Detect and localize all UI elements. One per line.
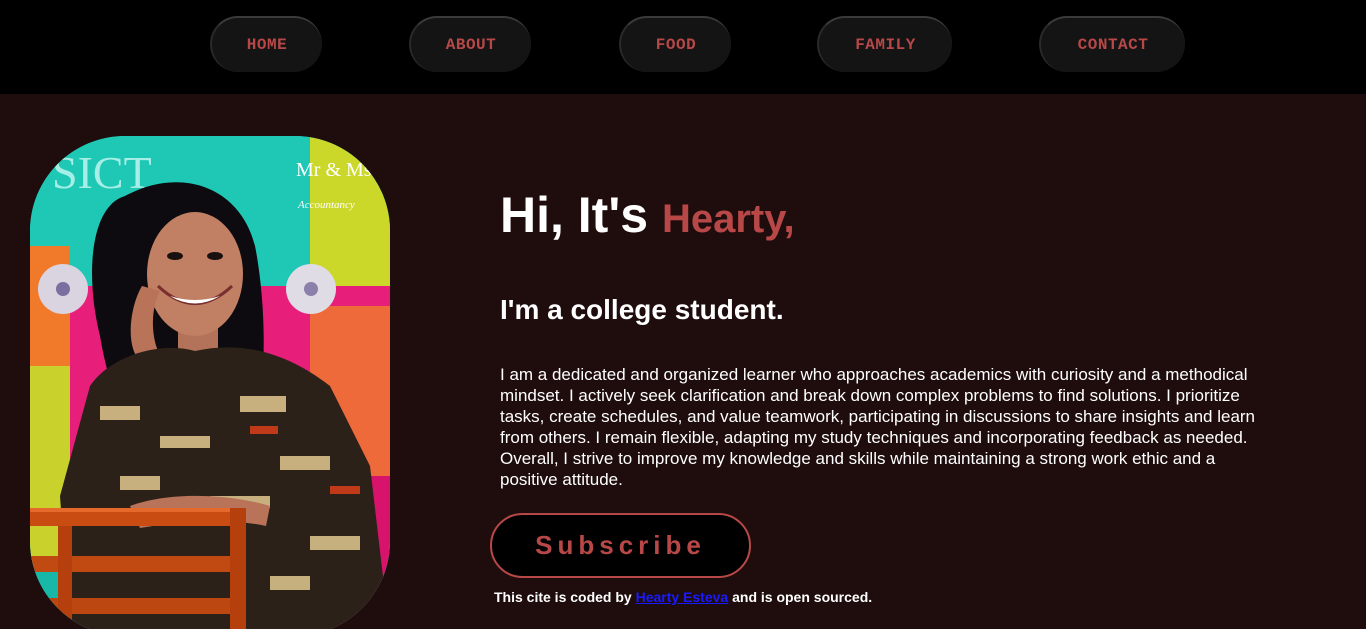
footer-credit: This cite is coded by Hearty Esteva and … bbox=[494, 589, 872, 605]
greeting-text: Hi, It's bbox=[500, 187, 649, 243]
footer-suffix: and is open sourced. bbox=[732, 589, 873, 605]
greeting-heading: Hi, It's Hearty, bbox=[500, 186, 795, 244]
logo-mr-ms: Mr & Ms bbox=[296, 159, 372, 181]
nav-about-button[interactable]: ABOUT bbox=[409, 16, 531, 72]
top-nav: HOME ABOUT FOOD FAMILY CONTACT bbox=[0, 0, 1366, 94]
hero-bio: I am a dedicated and organized learner w… bbox=[500, 365, 1256, 489]
nav-contact-button[interactable]: CONTACT bbox=[1039, 16, 1185, 72]
logo-subtitle: Accountancy bbox=[297, 199, 355, 211]
author-link[interactable]: Hearty Esteva bbox=[636, 589, 729, 605]
footer-prefix: This cite is coded by bbox=[494, 589, 632, 605]
nav-home-button[interactable]: HOME bbox=[210, 16, 322, 72]
profile-photo: SICT Mr & Ms Accountancy bbox=[30, 136, 390, 629]
backdrop-text: SICT bbox=[52, 147, 152, 198]
nav-family-button[interactable]: FAMILY bbox=[817, 16, 952, 72]
subscribe-button[interactable]: Subscribe bbox=[490, 513, 751, 578]
hero-subtitle: I'm a college student. bbox=[500, 294, 784, 325]
nav-food-button[interactable]: FOOD bbox=[619, 16, 731, 72]
hero-name: Hearty, bbox=[661, 197, 795, 241]
